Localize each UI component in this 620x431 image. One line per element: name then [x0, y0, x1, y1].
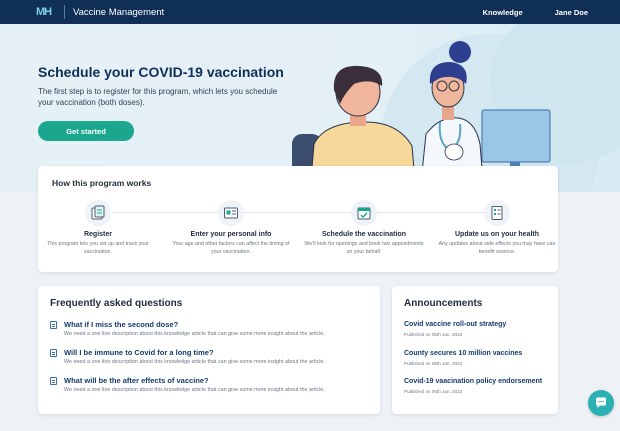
step-schedule: Schedule the vaccination We'll look for … — [304, 200, 424, 256]
faq-summary: We need a one line description about thi… — [64, 331, 325, 337]
chat-button[interactable] — [588, 390, 614, 416]
faq-question-link[interactable]: What will be the after effects of vaccin… — [64, 376, 209, 385]
faq-summary: We need a one line description about thi… — [64, 359, 325, 365]
step-title: Update us on your health — [454, 231, 539, 238]
logo-divider — [64, 5, 65, 19]
how-program-works-card: How this program works Register This pro… — [38, 166, 558, 272]
step-title: Enter your personal info — [190, 231, 272, 238]
nav-knowledge-link[interactable]: Knowledge — [483, 8, 523, 17]
announcements-title: Announcements — [404, 298, 483, 309]
hero-title: Schedule your COVID-19 vaccination — [38, 64, 284, 80]
steps-connector-line — [112, 212, 484, 213]
chat-bubble-icon — [596, 397, 606, 408]
announcements-card: Announcements Covid vaccine roll-out str… — [392, 286, 558, 414]
step-update-health: Update us on your health Any updates abo… — [437, 200, 557, 256]
step-personal-info: Enter your personal info Your age and ot… — [171, 200, 291, 256]
app-title[interactable]: Vaccine Management — [73, 7, 164, 18]
step-register: Register This program lets you set up an… — [38, 200, 158, 256]
step-description: We'll look for openings and book two app… — [304, 241, 424, 255]
faq-question-link[interactable]: Will I be immune to Covid for a long tim… — [64, 348, 214, 357]
hero-description: The first step is to register for this p… — [38, 87, 278, 107]
faq-card: Frequently asked questions What if I mis… — [38, 286, 380, 414]
announcement-link[interactable]: County secures 10 million vaccines — [404, 349, 554, 359]
nav-right: Knowledge Jane Doe — [483, 0, 588, 24]
personal-info-icon — [218, 200, 244, 226]
announcement-date: Published on 05th Jan, 2022 — [404, 388, 463, 394]
calendar-icon — [351, 200, 377, 226]
get-started-button[interactable]: Get started — [38, 121, 134, 141]
top-navbar: MH Vaccine Management Knowledge Jane Doe — [0, 0, 620, 24]
announcement-link[interactable]: Covid vaccine roll-out strategy — [404, 320, 554, 330]
article-icon — [50, 377, 57, 385]
faq-title: Frequently asked questions — [50, 298, 183, 309]
article-icon — [50, 321, 57, 329]
announcement-link[interactable]: Covid-19 vaacination policy endorsement — [404, 377, 554, 387]
register-icon — [85, 200, 111, 226]
how-program-works-title: How this program works — [52, 178, 152, 188]
user-menu[interactable]: Jane Doe — [555, 8, 588, 17]
faq-summary: We need a one line description about thi… — [64, 387, 325, 393]
announcement-item[interactable]: Covid vaccine roll-out strategy Publishe… — [404, 320, 554, 337]
step-title: Register — [83, 231, 112, 238]
faq-question-link[interactable]: What if I miss the second dose? — [64, 320, 178, 329]
step-description: Your age and other factors can affect th… — [172, 241, 290, 255]
announcement-date: Published on 05th Jan, 2022 — [404, 360, 463, 366]
step-description: This program lets you set up and track y… — [47, 241, 149, 255]
brand-logo[interactable]: MH — [36, 5, 56, 19]
step-title: Schedule the vaccination — [321, 231, 407, 238]
announcement-date: Published on 05th Jan, 2022 — [404, 331, 463, 337]
announcement-item[interactable]: County secures 10 million vaccines Publi… — [404, 349, 554, 366]
article-icon — [50, 349, 57, 357]
checklist-icon — [484, 200, 510, 226]
step-description: Any updates about side effects you may h… — [438, 241, 556, 255]
announcement-item[interactable]: Covid-19 vaacination policy endorsement … — [404, 377, 554, 394]
